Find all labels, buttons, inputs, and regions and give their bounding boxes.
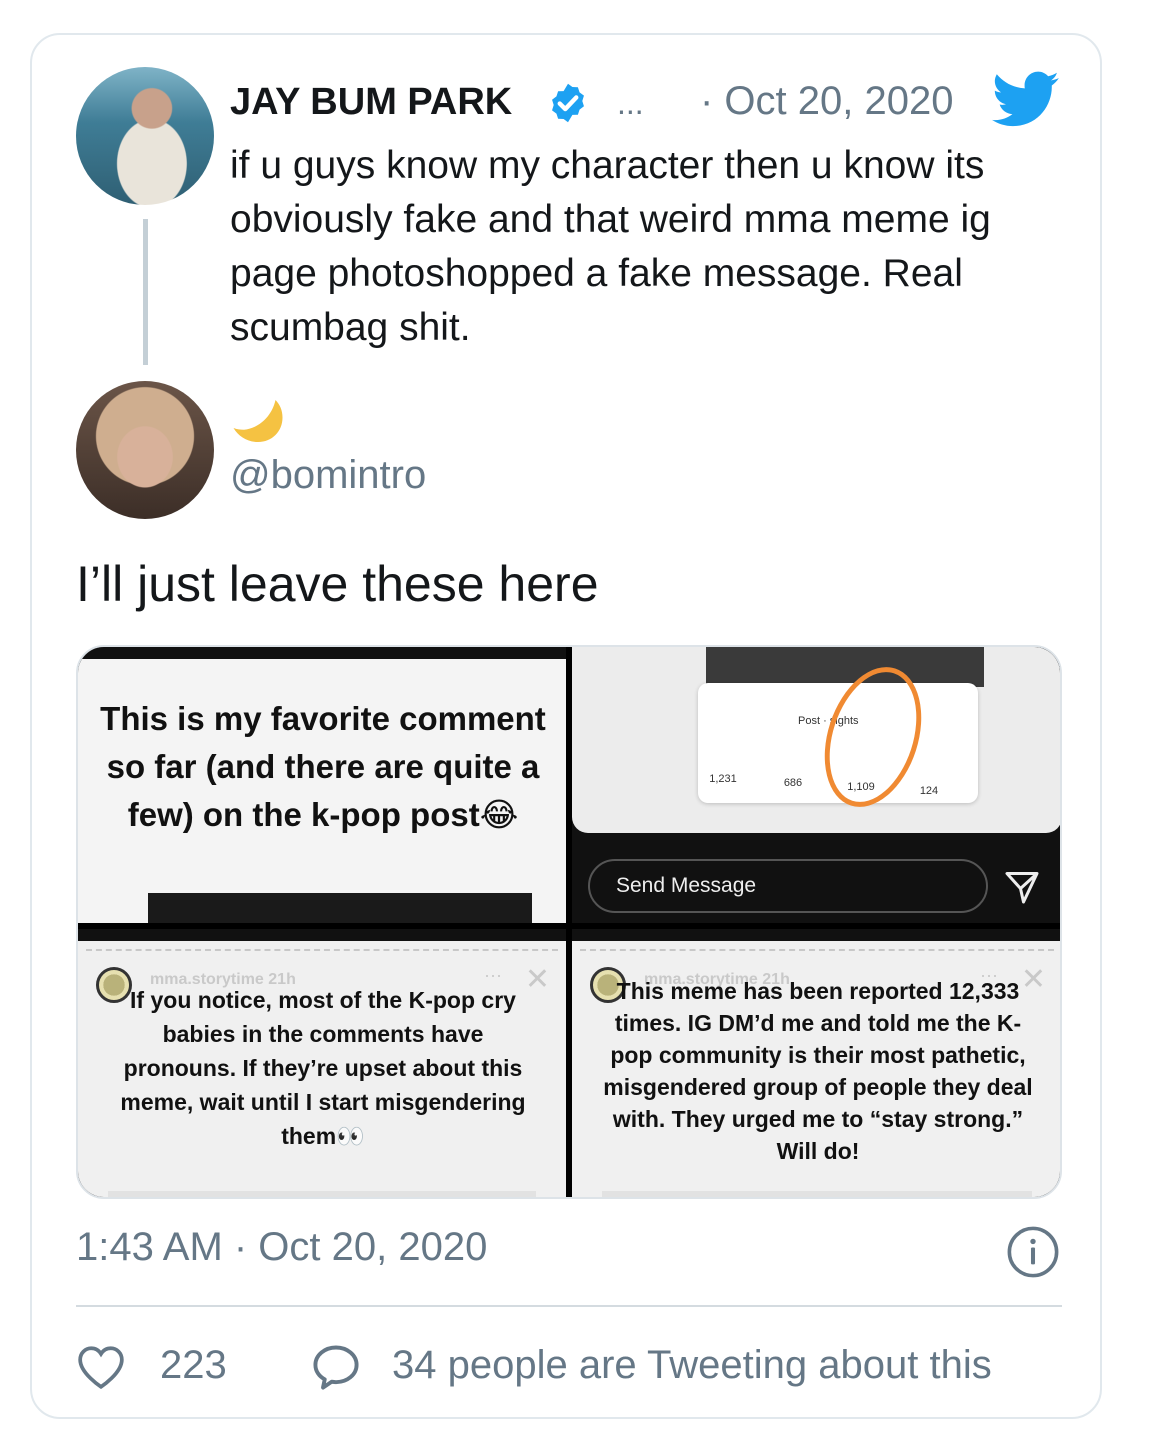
reply-handle[interactable]: @bomintro (230, 453, 426, 498)
story-image-strip (148, 893, 532, 923)
speech-bubble-icon[interactable] (310, 1341, 362, 1393)
thread-connector-line (143, 219, 148, 365)
media-image-1[interactable]: This is my favorite comment so far (and … (78, 647, 566, 923)
stat-comments: 686 (783, 777, 803, 789)
reply-tweet-text: I’ll just leave these here (76, 556, 599, 612)
like-count: 223 (160, 1343, 227, 1387)
story-bottom-bar (602, 1191, 1032, 1197)
twitter-bird-icon[interactable] (992, 71, 1060, 129)
quoted-author-name[interactable]: JAY BUM PARK (230, 81, 512, 124)
stat-likes: 1,231 (709, 773, 737, 785)
story-text: This meme has been reported 12,333 times… (603, 978, 1033, 1164)
more-options-icon[interactable]: ... (617, 85, 644, 122)
story-top-bar (572, 929, 1060, 941)
media-image-4[interactable]: mma.storytime 21h ··· ✕ This meme has be… (572, 929, 1060, 1197)
bomintro-avatar[interactable] (76, 381, 214, 519)
send-message-field: Send Message (588, 859, 988, 913)
story-progress-bars (86, 949, 558, 954)
story-text: If you notice, most of the K-pop cry bab… (120, 987, 526, 1149)
heart-icon[interactable] (76, 1343, 126, 1391)
story-top-bar (78, 647, 566, 659)
send-arrow-icon (1005, 872, 1039, 904)
stat-saves: 124 (919, 785, 939, 797)
story-progress-bars (580, 949, 1054, 954)
info-icon[interactable] (1006, 1225, 1060, 1279)
quoted-tweet-date[interactable]: · Oct 20, 2020 (700, 79, 953, 124)
footer-divider (76, 1305, 1062, 1307)
insights-screenshot: Post · sights 1,231 686 1,109 124 (572, 647, 1060, 833)
tweet-timestamp[interactable]: 1:43 AM · Oct 20, 2020 (76, 1225, 487, 1270)
media-image-2[interactable]: Post · sights 1,231 686 1,109 124 Send M… (572, 647, 1060, 923)
crescent-moon-emoji (233, 400, 283, 442)
jay-park-avatar[interactable] (76, 67, 214, 205)
phone-top-bar (706, 647, 984, 687)
media-grid[interactable]: This is my favorite comment so far (and … (76, 645, 1062, 1199)
verified-badge-icon (552, 83, 584, 123)
quoted-tweet-text: if u guys know my character then u know … (230, 144, 991, 349)
story-top-bar (78, 929, 566, 941)
tweeting-about-link[interactable]: 34 people are Tweeting about this (392, 1343, 992, 1388)
media-image-3[interactable]: mma.storytime 21h ··· ✕ If you notice, m… (78, 929, 566, 1197)
tweet-card[interactable]: JAY BUM PARK ... · Oct 20, 2020 if u guy… (30, 33, 1102, 1419)
story-bottom-bar (108, 1191, 536, 1197)
story-caption: This is my favorite comment so far (and … (100, 700, 546, 833)
